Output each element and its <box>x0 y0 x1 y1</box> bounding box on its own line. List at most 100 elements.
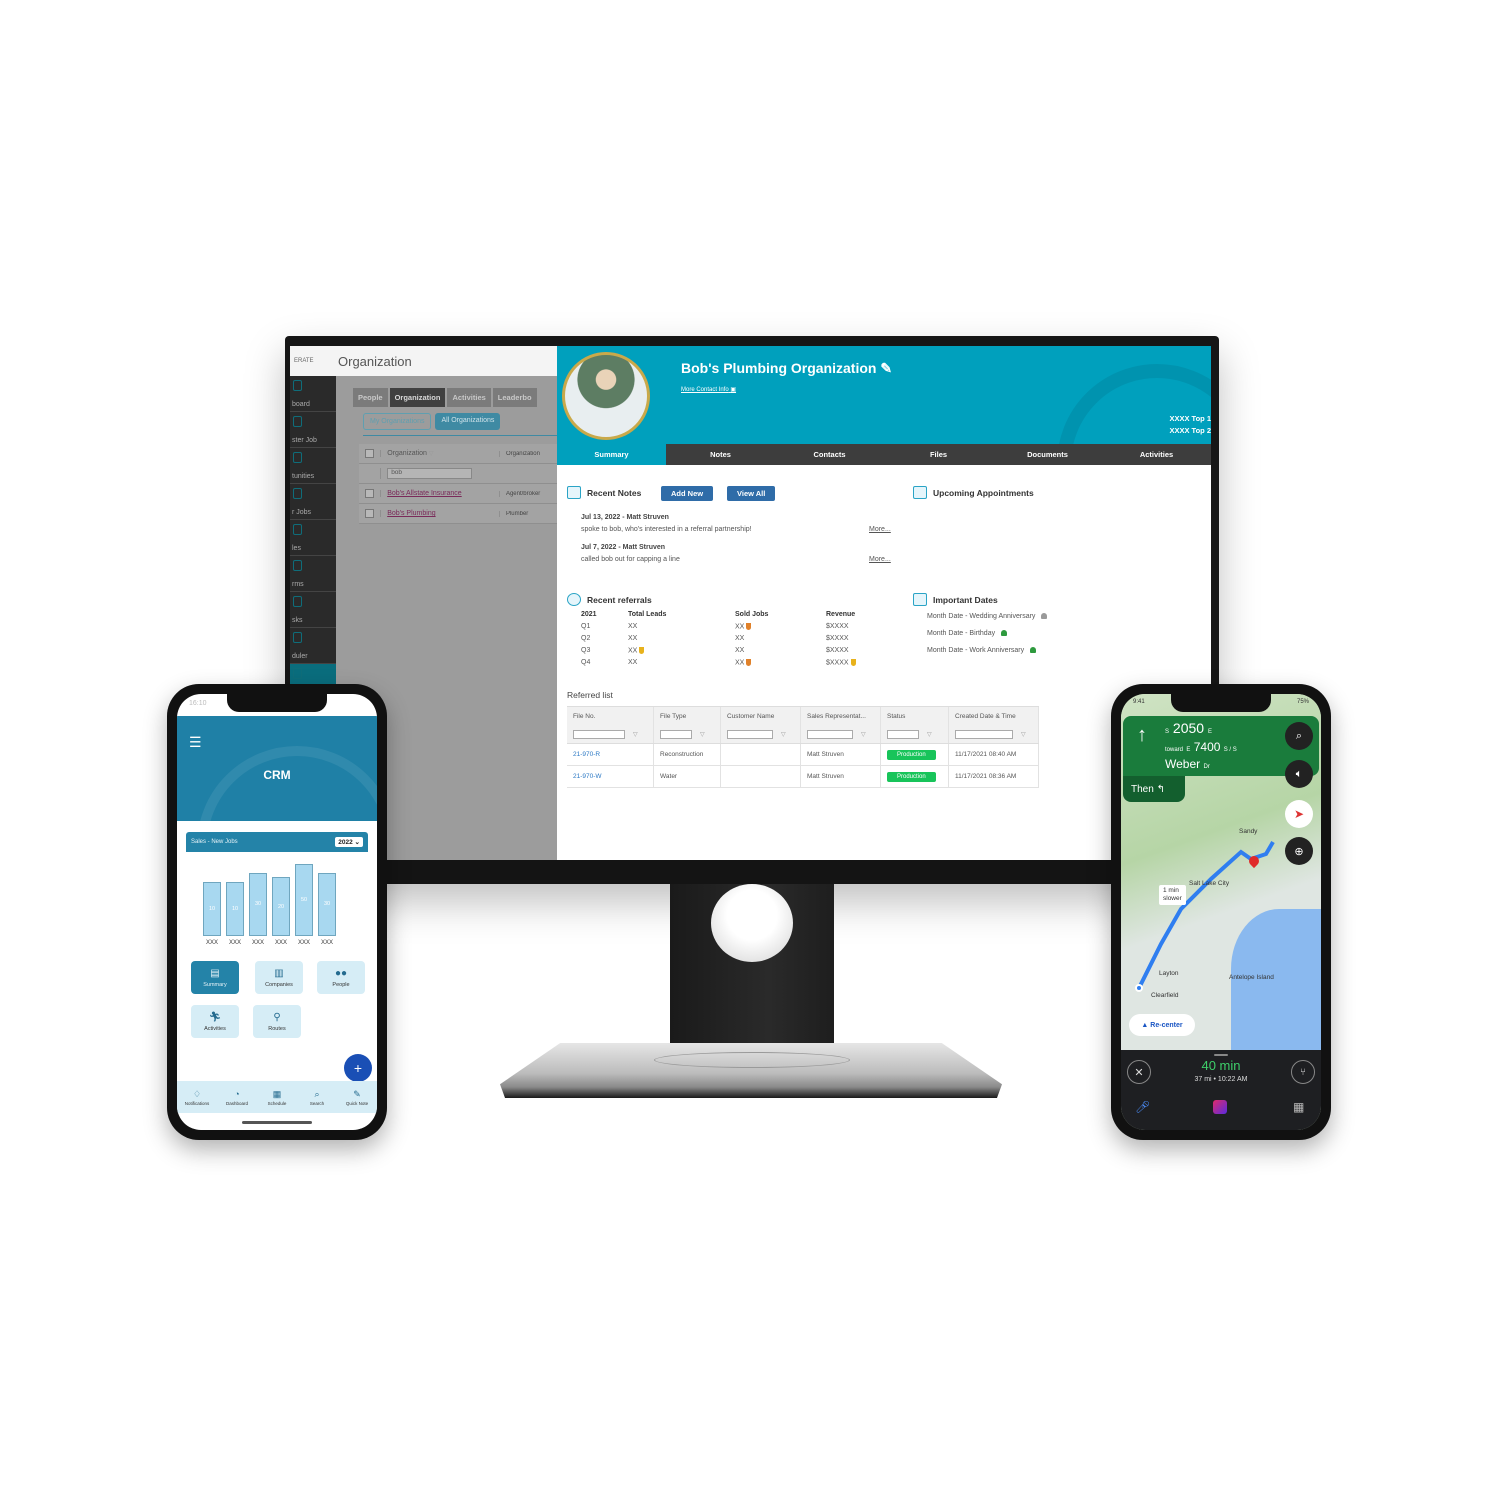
tab-leaderboard[interactable]: Leaderbo <box>492 388 537 407</box>
filter-icon[interactable]: ▽ <box>633 731 638 738</box>
bar-value-label: 20 <box>277 903 285 910</box>
sheet-handle[interactable] <box>1214 1054 1228 1056</box>
bell-icon[interactable] <box>1041 613 1048 620</box>
tab-summary[interactable]: Summary <box>557 444 666 465</box>
filter-icon[interactable]: ▽ <box>927 731 932 738</box>
all-organizations-button[interactable]: All Organizations <box>435 413 501 430</box>
file-link[interactable]: 21-970-W <box>573 773 602 780</box>
nav-dashboard[interactable]: ◔ Dashboard <box>217 1081 257 1113</box>
created-filter-input[interactable] <box>955 730 1013 739</box>
column-header-created[interactable]: Created Date & Time <box>949 707 1039 726</box>
column-header-customer-name[interactable]: Customer Name <box>721 707 801 726</box>
select-all-checkbox[interactable] <box>365 449 375 458</box>
file-type-filter-input[interactable] <box>660 730 692 739</box>
music-app-icon[interactable] <box>1213 1100 1227 1114</box>
filter-icon[interactable]: ▽ <box>1021 731 1026 738</box>
bell-icon[interactable] <box>1001 630 1008 637</box>
filter-icon[interactable]: ▽ <box>781 731 786 738</box>
edit-pencil-icon[interactable]: ✎ <box>880 360 892 376</box>
file-no-filter-input[interactable] <box>573 730 625 739</box>
status-time: 9:41 <box>1133 699 1145 705</box>
table-row[interactable]: Bob's Plumbing Plumber <box>359 504 557 524</box>
nav-notifications[interactable]: ♢ Notifications <box>177 1081 217 1113</box>
sidebar-item-scheduler[interactable]: duler <box>290 628 336 664</box>
tile-people[interactable]: ●● People <box>317 961 365 994</box>
view-all-notes-button[interactable]: View All <box>727 486 776 501</box>
organization-icon <box>293 668 302 679</box>
tile-activities[interactable]: 🏃︎ Activities <box>191 1005 239 1038</box>
sidebar-item-opportunities[interactable]: tunities <box>290 448 336 484</box>
calendar-icon <box>913 486 927 499</box>
filter-icon[interactable]: ▽ <box>861 731 866 738</box>
report-icon[interactable]: ⊕ <box>1285 837 1313 865</box>
tab-people[interactable]: People <box>353 388 388 407</box>
turn-left-icon: ↰ <box>1156 783 1165 795</box>
sidebar-item-master-job[interactable]: ster Job <box>290 412 336 448</box>
sidebar-item-forms[interactable]: rms <box>290 556 336 592</box>
tile-summary[interactable]: ▤ Summary <box>191 961 239 994</box>
sidebar-item-tasks[interactable]: sks <box>290 592 336 628</box>
column-header-status[interactable]: Status <box>881 707 949 726</box>
customer-filter-input[interactable] <box>727 730 773 739</box>
table-row[interactable]: Bob's Allstate Insurance Agent/broker <box>359 484 557 504</box>
nav-quick-note[interactable]: ✎ Quick Note <box>337 1081 377 1113</box>
year-select[interactable]: 2022 ⌄ <box>335 837 363 847</box>
my-organizations-button[interactable]: My Organizations <box>363 413 432 430</box>
organization-link[interactable]: Bob's Plumbing <box>387 510 435 517</box>
tile-routes[interactable]: ⚲ Routes <box>253 1005 301 1038</box>
recenter-button[interactable]: ▲ Re-center <box>1129 1014 1195 1036</box>
tab-files[interactable]: Files <box>884 444 993 465</box>
file-link[interactable]: 21-970-R <box>573 751 600 758</box>
tile-companies[interactable]: ▥ Companies <box>255 961 303 994</box>
tab-contacts[interactable]: Contacts <box>775 444 884 465</box>
straight-arrow-icon: ↑ <box>1137 724 1147 746</box>
tab-notes[interactable]: Notes <box>666 444 775 465</box>
edit-note-icon: ✎ <box>353 1088 361 1099</box>
tab-documents[interactable]: Documents <box>993 444 1102 465</box>
row-checkbox[interactable] <box>365 489 375 498</box>
sidebar-item-files[interactable]: les <box>290 520 336 556</box>
filter-icon[interactable]: ▽ <box>429 451 434 457</box>
organization-link[interactable]: Bob's Allstate Insurance <box>387 490 462 497</box>
note-more-link[interactable]: More... <box>869 526 891 533</box>
organization-filter-input[interactable]: bob <box>387 468 473 479</box>
grid-filter-row: ▽ ▽ ▽ ▽ ▽ ▽ <box>567 726 1039 744</box>
sidebar-item-other-jobs[interactable]: r Jobs <box>290 484 336 520</box>
app-logo: ERATE <box>294 358 314 364</box>
sidebar-item-dashboard[interactable]: board <box>290 376 336 412</box>
right-phone-screen: Sandy Salt Lake City Layton Clearfield A… <box>1121 694 1321 1130</box>
sales-rep-filter-input[interactable] <box>807 730 853 739</box>
column-header-file-no[interactable]: File No. <box>567 707 654 726</box>
column-header-sales-rep[interactable]: Sales Representat... <box>801 707 881 726</box>
table-row[interactable]: 21-970-W Water Matt Struven Production 1… <box>567 766 1039 788</box>
volume-icon[interactable]: 🔈︎ <box>1285 760 1313 788</box>
hamburger-menu-icon[interactable]: ☰ <box>189 734 202 751</box>
add-new-note-button[interactable]: Add New <box>661 486 714 501</box>
status-filter-input[interactable] <box>887 730 919 739</box>
column-header-organization[interactable]: Organization ▽ <box>380 450 499 457</box>
tab-organization[interactable]: Organization <box>389 388 446 407</box>
filter-icon[interactable]: ▽ <box>700 731 705 738</box>
tab-activities[interactable]: Activities <box>447 388 491 407</box>
more-contact-info-link[interactable]: More Contact Info ▣ <box>681 386 736 393</box>
bell-icon[interactable] <box>1030 647 1037 654</box>
table-row[interactable]: 21-970-R Reconstruction Matt Struven Pro… <box>567 744 1039 766</box>
nav-schedule[interactable]: ▦ Schedule <box>257 1081 297 1113</box>
compass-icon[interactable]: ➤ <box>1285 800 1313 828</box>
search-icon[interactable]: ⌕ <box>1285 722 1313 750</box>
bar-value-label: 10 <box>208 905 216 912</box>
note-body: called bob out for capping a line <box>581 556 680 563</box>
note-more-link[interactable]: More... <box>869 556 891 563</box>
navigation-arrow-icon: ▲ <box>1141 1021 1149 1029</box>
column-header-file-type[interactable]: File Type <box>654 707 721 726</box>
add-fab-button[interactable]: + <box>344 1054 372 1082</box>
row-checkbox[interactable] <box>365 509 375 518</box>
map-label: Sandy <box>1239 828 1258 835</box>
nav-search[interactable]: ⌕ Search <box>297 1081 337 1113</box>
column-header-organization-type[interactable]: Organization <box>498 450 557 457</box>
app-grid-icon[interactable]: ▦ <box>1293 1100 1304 1114</box>
tab-activities[interactable]: Activities <box>1102 444 1211 465</box>
people-icon: ●● <box>334 967 348 979</box>
alternate-routes-button[interactable]: ⑂ <box>1291 1060 1315 1084</box>
microphone-icon[interactable]: 🎤︎ <box>1135 1100 1150 1114</box>
